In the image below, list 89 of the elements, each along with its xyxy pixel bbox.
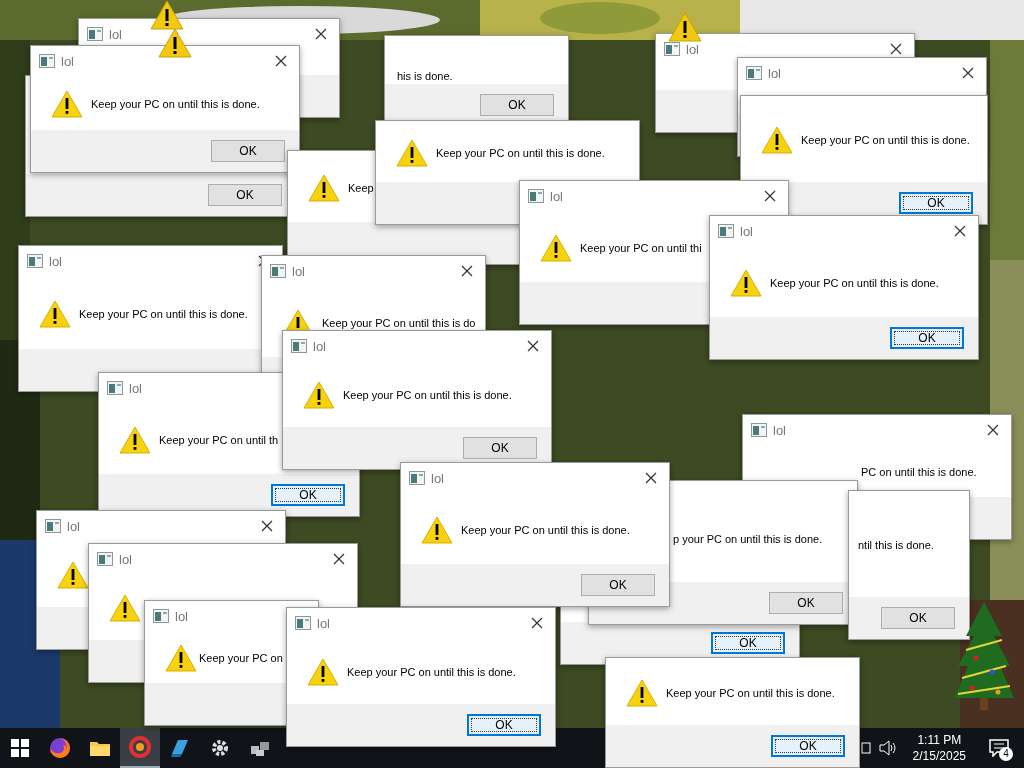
start-icon <box>8 736 32 760</box>
warning-icon <box>158 28 192 58</box>
app-icon <box>97 552 113 566</box>
app-icon <box>409 471 425 485</box>
clock-time[interactable]: 1:11 PM <box>917 732 962 748</box>
ok-button[interactable]: OK <box>480 94 554 116</box>
close-icon[interactable] <box>461 265 473 277</box>
close-icon[interactable] <box>890 43 902 55</box>
notification-icon <box>989 739 1009 757</box>
notification-button[interactable]: 4 <box>982 733 1016 763</box>
app-icon <box>664 42 680 56</box>
notification-count: 4 <box>999 747 1013 761</box>
close-icon[interactable] <box>764 190 776 202</box>
close-icon[interactable] <box>531 617 543 629</box>
app-icon <box>153 609 169 623</box>
window-title: lol <box>317 615 330 633</box>
dialog-message: his is done. <box>397 69 453 83</box>
ok-button[interactable]: OK <box>208 184 282 206</box>
window-title: lol <box>119 551 132 569</box>
window-title: lol <box>109 26 122 44</box>
window-title: lol <box>49 253 62 271</box>
dialog-message: Keep your PC on until this is done. <box>461 522 630 537</box>
dialog-message: Keep your PC on until this is done. <box>79 306 248 321</box>
window-title: lol <box>686 41 699 59</box>
app-icon <box>27 254 43 268</box>
window-title: lol <box>773 422 786 440</box>
window-title: lol <box>67 518 80 536</box>
dialog-message: Keep your PC on until thi <box>580 240 702 255</box>
close-icon[interactable] <box>315 28 327 40</box>
dialog-message: ntil this is done. <box>858 538 934 552</box>
close-icon[interactable] <box>275 55 287 67</box>
dialog-message: Keep your PC on until this is do <box>322 315 476 330</box>
app-icon <box>528 189 544 203</box>
app-icon <box>39 54 55 68</box>
close-icon[interactable] <box>527 340 539 352</box>
app-icon <box>291 339 307 353</box>
dialog-message: Keep your PC on until this is done. <box>347 665 516 679</box>
dialog-message: Keep your PC on until this is done. <box>666 685 835 700</box>
ring-icon <box>128 735 152 759</box>
warning-icon <box>668 12 702 42</box>
dialog-message: Keep <box>348 180 374 195</box>
ok-button[interactable]: OK <box>711 632 785 654</box>
dialog-message: Keep your PC on until this is done. <box>801 133 970 147</box>
window-title: lol <box>431 470 444 488</box>
app-icon <box>746 66 762 80</box>
window-title: lol <box>313 338 326 356</box>
dialog-message: Keep your PC on until th <box>159 432 279 447</box>
ok-button[interactable]: OK <box>881 607 955 629</box>
clock-date[interactable]: 2/15/2025 <box>912 748 966 764</box>
close-icon[interactable] <box>987 424 999 436</box>
window-title: lol <box>550 188 563 206</box>
app-icon <box>751 423 767 437</box>
app-icon <box>87 27 103 41</box>
window-title: lol <box>292 263 305 281</box>
close-icon[interactable] <box>333 553 345 565</box>
ok-button[interactable]: OK <box>581 574 655 596</box>
app-icon <box>107 381 123 395</box>
dialog-message: Keep your PC on until this is done. <box>91 97 260 111</box>
dialog-message: p your PC on until this is done. <box>673 532 823 546</box>
ok-button[interactable]: OK <box>890 327 964 349</box>
dialog-message: PC on until this is done. <box>861 465 977 479</box>
window-title: lol <box>740 223 753 241</box>
window-icon[interactable] <box>860 742 871 754</box>
app-icon <box>45 519 61 533</box>
close-icon[interactable] <box>962 67 974 79</box>
ok-button[interactable]: OK <box>771 735 845 757</box>
app-icon <box>295 616 311 630</box>
dialog-message: Keep your PC on until this is done. <box>343 388 512 402</box>
app-icon <box>718 224 734 238</box>
dialog-message: Keep your PC on <box>199 651 283 665</box>
ok-button[interactable]: OK <box>467 714 541 736</box>
ok-button[interactable]: OK <box>463 437 537 459</box>
ok-button[interactable]: OK <box>769 592 843 614</box>
dialog-message: Keep your PC on until this is done. <box>436 145 605 160</box>
speaker-icon[interactable] <box>878 740 897 756</box>
ok-button[interactable]: OK <box>271 484 345 506</box>
warning-icon <box>150 0 184 30</box>
app-icon <box>270 264 286 278</box>
window-title: lol <box>61 53 74 71</box>
close-icon[interactable] <box>261 520 273 532</box>
close-icon[interactable] <box>954 225 966 237</box>
dialog-message: Keep your PC on until this is done. <box>770 275 939 290</box>
ok-button[interactable]: OK <box>899 192 973 214</box>
ok-button[interactable]: OK <box>211 140 285 162</box>
window-title: lol <box>129 380 142 398</box>
window-title: lol <box>768 65 781 83</box>
close-icon[interactable] <box>645 472 657 484</box>
window-title: lol <box>175 608 188 626</box>
browser-icon <box>48 736 72 760</box>
